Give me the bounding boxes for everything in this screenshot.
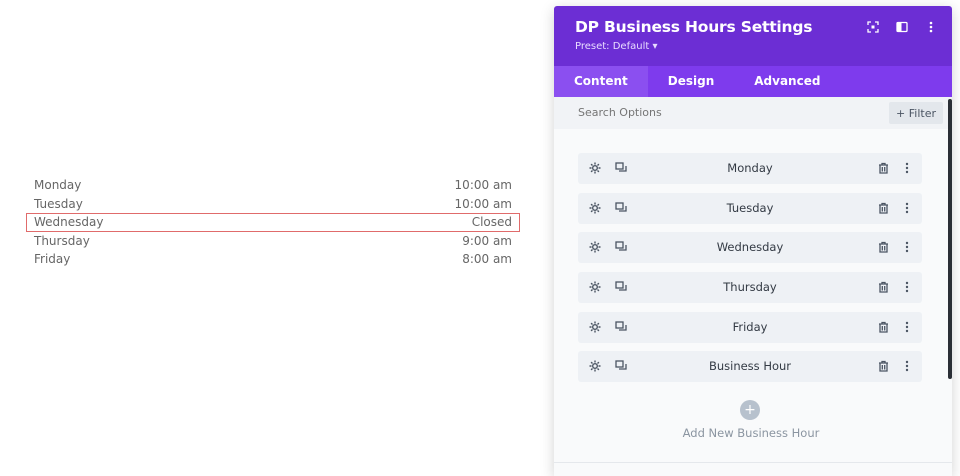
sidebar-toggle-icon[interactable]: [895, 20, 909, 34]
more-vertical-icon[interactable]: [924, 20, 938, 34]
time-label: 9:00 am: [462, 233, 512, 248]
more-vertical-icon[interactable]: [900, 201, 914, 215]
module-item-friday[interactable]: Friday: [578, 312, 922, 343]
tab-advanced[interactable]: Advanced: [734, 66, 840, 97]
panel-header: DP Business Hours Settings Preset: Defau…: [554, 6, 952, 66]
filter-label: + Filter: [896, 106, 936, 120]
item-label: Friday: [732, 320, 768, 334]
search-options-input[interactable]: [578, 106, 828, 119]
item-label: Business Hour: [708, 359, 792, 373]
tab-content[interactable]: Content: [554, 66, 648, 97]
module-item-wednesday[interactable]: Wednesday: [578, 232, 922, 263]
more-vertical-icon[interactable]: [900, 280, 914, 294]
time-label: 10:00 am: [454, 178, 512, 193]
hours-row-monday: Monday 10:00 am: [26, 176, 520, 195]
day-label: Monday: [34, 178, 82, 193]
add-new-business-hour-label[interactable]: Add New Business Hour: [554, 426, 948, 440]
more-vertical-icon[interactable]: [900, 240, 914, 254]
time-label: Closed: [471, 215, 512, 230]
trash-icon[interactable]: [876, 359, 890, 373]
time-label: 8:00 am: [462, 252, 512, 267]
more-vertical-icon[interactable]: [900, 359, 914, 373]
trash-icon[interactable]: [876, 240, 890, 254]
day-label: Thursday: [34, 233, 90, 248]
tab-design[interactable]: Design: [648, 66, 735, 97]
search-bar: + Filter: [554, 97, 952, 129]
day-label: Friday: [34, 252, 71, 267]
hours-row-tuesday: Tuesday 10:00 am: [26, 195, 520, 214]
day-label: Tuesday: [34, 196, 83, 211]
item-label: Wednesday: [716, 240, 784, 254]
header-icons: [866, 20, 938, 34]
hours-row-friday: Friday 8:00 am: [26, 250, 520, 269]
expand-icon[interactable]: [866, 20, 880, 34]
settings-panel: DP Business Hours Settings Preset: Defau…: [554, 6, 952, 476]
module-item-thursday[interactable]: Thursday: [578, 272, 922, 303]
hours-row-thursday: Thursday 9:00 am: [26, 232, 520, 251]
more-vertical-icon[interactable]: [900, 161, 914, 175]
panel-scrollbar[interactable]: [948, 99, 952, 379]
time-label: 10:00 am: [454, 196, 512, 211]
more-vertical-icon[interactable]: [900, 320, 914, 334]
item-label: Tuesday: [726, 201, 774, 215]
panel-tabs: Content Design Advanced: [554, 66, 952, 97]
panel-divider: [554, 462, 952, 463]
day-label: Wednesday: [34, 215, 104, 230]
trash-icon[interactable]: [876, 320, 890, 334]
trash-icon[interactable]: [876, 161, 890, 175]
item-label: Thursday: [723, 280, 777, 294]
module-item-tuesday[interactable]: Tuesday: [578, 193, 922, 224]
module-item-business-hour[interactable]: Business Hour: [578, 351, 922, 382]
item-label: Monday: [727, 161, 773, 175]
module-item-monday[interactable]: Monday: [578, 153, 922, 184]
add-item-button[interactable]: +: [740, 400, 760, 420]
business-hours-preview: Monday 10:00 am Tuesday 10:00 am Wednesd…: [26, 176, 520, 269]
hours-row-wednesday[interactable]: Wednesday Closed: [26, 213, 520, 232]
filter-button[interactable]: + Filter: [889, 102, 943, 124]
trash-icon[interactable]: [876, 201, 890, 215]
trash-icon[interactable]: [876, 280, 890, 294]
preset-dropdown[interactable]: Preset: Default ▾: [575, 41, 657, 52]
panel-title: DP Business Hours Settings: [575, 18, 813, 36]
